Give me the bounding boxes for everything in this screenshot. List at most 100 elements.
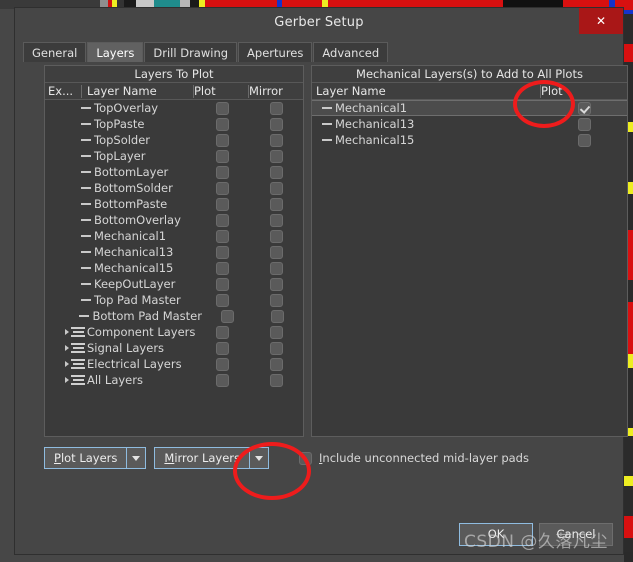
include-unconnected-pads-checkbox[interactable]: [299, 451, 312, 465]
plot-checkbox[interactable]: [215, 149, 229, 163]
tab-advanced[interactable]: Advanced: [313, 42, 389, 62]
row-expander-cell[interactable]: [45, 361, 71, 367]
table-row[interactable]: Component Layers: [45, 324, 303, 340]
layer-name-label: Mechanical1: [94, 229, 167, 243]
plot-checkbox[interactable]: [215, 357, 229, 371]
cancel-button[interactable]: Cancel: [539, 523, 613, 546]
table-row[interactable]: TopSolder: [45, 132, 303, 148]
layer-name-cell: Bottom Pad Master: [69, 309, 202, 323]
mirror-checkbox[interactable]: [269, 261, 283, 275]
layers-to-plot-list[interactable]: TopOverlay TopPaste TopSolder TopLayer Botto…: [45, 100, 303, 436]
plot-checkbox[interactable]: [215, 341, 229, 355]
table-row[interactable]: BottomOverlay: [45, 212, 303, 228]
mechanical-layers-list[interactable]: Mechanical1 Mechanical13 Mechanical15: [312, 100, 627, 436]
mirror-checkbox[interactable]: [269, 245, 283, 259]
ok-button[interactable]: OK: [459, 523, 533, 546]
table-row[interactable]: Mechanical1: [45, 228, 303, 244]
plot-checkbox[interactable]: [215, 133, 229, 147]
table-row[interactable]: BottomLayer: [45, 164, 303, 180]
layer-name-cell: BottomOverlay: [71, 213, 195, 227]
screen-root: Gerber Setup ✕ General Layers Drill Drawin…: [0, 0, 633, 562]
tab-apertures[interactable]: Apertures: [238, 42, 313, 62]
table-row[interactable]: Mechanical15: [45, 260, 303, 276]
table-row[interactable]: TopOverlay: [45, 100, 303, 116]
plot-checkbox[interactable]: [215, 373, 229, 387]
table-row[interactable]: BottomPaste: [45, 196, 303, 212]
layer-dash-icon: [81, 171, 91, 173]
plot-checkbox[interactable]: [215, 325, 229, 339]
mirror-cell: [249, 341, 303, 355]
mirror-checkbox[interactable]: [269, 213, 283, 227]
mirror-checkbox[interactable]: [269, 341, 283, 355]
plot-checkbox[interactable]: [215, 245, 229, 259]
mirror-checkbox[interactable]: [269, 197, 283, 211]
layer-name-label: Mechanical13: [94, 245, 174, 259]
mirror-checkbox[interactable]: [269, 133, 283, 147]
plot-layers-dropdown-arrow[interactable]: [127, 447, 147, 469]
plot-checkbox[interactable]: [577, 101, 591, 115]
mirror-checkbox[interactable]: [269, 165, 283, 179]
mirror-checkbox[interactable]: [269, 181, 283, 195]
plot-cell: [195, 181, 249, 195]
mirror-cell: [249, 325, 303, 339]
table-row[interactable]: Mechanical13: [45, 244, 303, 260]
mirror-layers-dropdown-arrow[interactable]: [250, 447, 269, 469]
table-row[interactable]: TopLayer: [45, 148, 303, 164]
plot-checkbox[interactable]: [577, 117, 591, 131]
mirror-checkbox[interactable]: [269, 357, 283, 371]
mirror-checkbox[interactable]: [269, 325, 283, 339]
table-row[interactable]: Electrical Layers: [45, 356, 303, 372]
table-row[interactable]: Bottom Pad Master: [45, 308, 303, 324]
layer-name-label: BottomPaste: [94, 197, 168, 211]
expand-triangle-icon[interactable]: [65, 377, 69, 383]
plot-checkbox[interactable]: [215, 101, 229, 115]
mirror-cell: [249, 101, 303, 115]
table-row[interactable]: BottomSolder: [45, 180, 303, 196]
mirror-checkbox[interactable]: [269, 149, 283, 163]
plot-checkbox[interactable]: [215, 213, 229, 227]
table-row[interactable]: Mechanical15: [312, 132, 627, 148]
table-row[interactable]: Top Pad Master: [45, 292, 303, 308]
mirror-cell: [249, 213, 303, 227]
mirror-checkbox[interactable]: [269, 117, 283, 131]
row-expander-cell[interactable]: [45, 345, 71, 351]
mirror-layers-button[interactable]: Mirror Layers: [154, 447, 250, 469]
expand-triangle-icon[interactable]: [65, 361, 69, 367]
plot-checkbox[interactable]: [215, 181, 229, 195]
table-row[interactable]: TopPaste: [45, 116, 303, 132]
table-row[interactable]: Signal Layers: [45, 340, 303, 356]
dialog-title: Gerber Setup: [274, 14, 364, 30]
plot-checkbox[interactable]: [577, 133, 591, 147]
mirror-checkbox[interactable]: [269, 293, 283, 307]
plot-checkbox[interactable]: [215, 165, 229, 179]
row-expander-cell[interactable]: [45, 329, 71, 335]
table-row[interactable]: Mechanical13: [312, 116, 627, 132]
mirror-checkbox[interactable]: [271, 309, 285, 323]
plot-cell: [195, 261, 249, 275]
table-row[interactable]: All Layers: [45, 372, 303, 388]
plot-checkbox[interactable]: [215, 293, 229, 307]
expand-triangle-icon[interactable]: [64, 329, 69, 335]
table-row[interactable]: Mechanical1: [312, 100, 627, 116]
plot-layers-button[interactable]: Plot Layers: [44, 447, 128, 469]
layer-name-cell: Mechanical15: [71, 261, 195, 275]
tab-drill-drawing[interactable]: Drill Drawing: [144, 42, 238, 62]
expand-triangle-icon[interactable]: [65, 345, 69, 351]
table-row[interactable]: KeepOutLayer: [45, 276, 303, 292]
plot-checkbox[interactable]: [220, 309, 234, 323]
mirror-checkbox[interactable]: [269, 373, 283, 387]
column-header-mirror: Mirror: [249, 84, 283, 98]
layer-name-cell: BottomSolder: [71, 181, 195, 195]
mirror-checkbox[interactable]: [269, 101, 283, 115]
plot-checkbox[interactable]: [215, 197, 229, 211]
row-expander-cell[interactable]: [45, 377, 71, 383]
plot-checkbox[interactable]: [215, 229, 229, 243]
plot-checkbox[interactable]: [215, 261, 229, 275]
plot-checkbox[interactable]: [215, 117, 229, 131]
plot-checkbox[interactable]: [215, 277, 229, 291]
mirror-checkbox[interactable]: [269, 277, 283, 291]
tab-general[interactable]: General: [23, 42, 87, 62]
close-button[interactable]: ✕: [579, 8, 623, 34]
mirror-checkbox[interactable]: [269, 229, 283, 243]
tab-layers[interactable]: Layers: [87, 42, 144, 62]
